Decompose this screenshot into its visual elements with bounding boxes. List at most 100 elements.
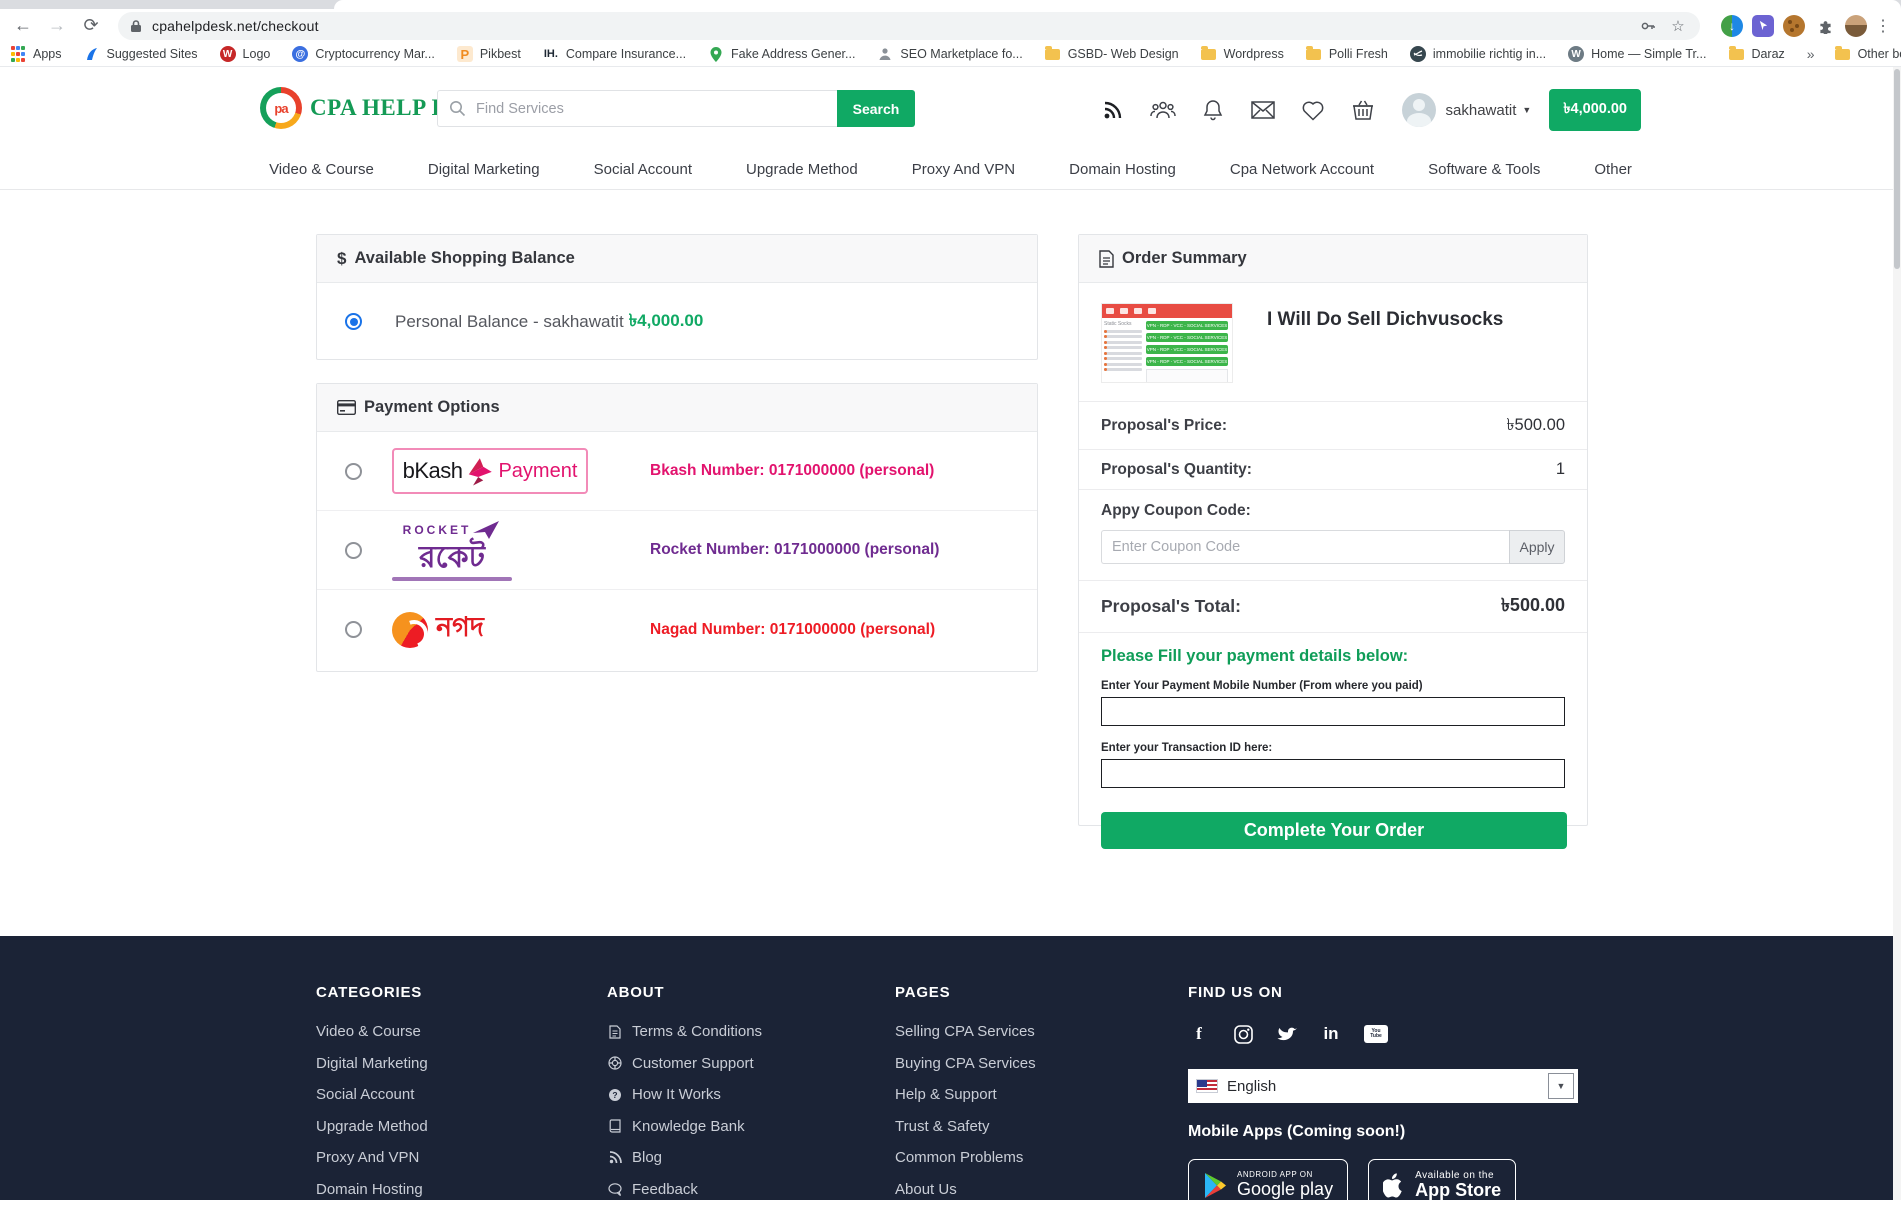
footer-link-customer-support[interactable]: Customer Support (607, 1055, 762, 1072)
nav-domain-hosting[interactable]: Domain Hosting (1069, 161, 1176, 178)
cart-basket-icon[interactable] (1350, 97, 1376, 123)
bookmark-wordpress-folder[interactable]: Wordpress (1201, 46, 1284, 62)
username[interactable]: sakhawatit (1446, 102, 1517, 119)
footer-link-blog[interactable]: Blog (607, 1149, 762, 1166)
coupon-input[interactable] (1101, 530, 1509, 564)
footer-link-feedback[interactable]: Feedback (607, 1181, 762, 1198)
idm-extension-icon[interactable]: ↓ (1721, 15, 1743, 37)
active-tab[interactable] (334, 0, 1901, 9)
user-avatar[interactable] (1402, 93, 1436, 127)
facebook-icon[interactable]: f (1188, 1023, 1210, 1045)
rocket-radio[interactable] (345, 542, 362, 559)
bookmark-compare-insurance[interactable]: IH. Compare Insurance... (543, 46, 686, 62)
footer-link-video-course[interactable]: Video & Course (316, 1023, 428, 1040)
bookmark-pikbest[interactable]: P Pikbest (457, 46, 521, 62)
chat-bubble-icon (607, 1181, 623, 1197)
bookmark-home-simple[interactable]: W Home — Simple Tr... (1568, 46, 1706, 62)
back-button[interactable]: ← (10, 12, 36, 40)
nav-other[interactable]: Other (1594, 161, 1632, 178)
favorites-heart-icon[interactable] (1300, 97, 1326, 123)
footer-link-social-account[interactable]: Social Account (316, 1086, 428, 1103)
nav-software-tools[interactable]: Software & Tools (1428, 161, 1540, 178)
footer-link-trust-safety[interactable]: Trust & Safety (895, 1118, 1036, 1135)
notifications-bell-icon[interactable] (1200, 97, 1226, 123)
messages-mail-icon[interactable] (1250, 97, 1276, 123)
users-icon[interactable] (1150, 97, 1176, 123)
personal-balance-radio[interactable] (345, 313, 362, 330)
bookmark-seo-marketplace[interactable]: SEO Marketplace fo... (877, 46, 1022, 62)
page-scrollbar[interactable] (1893, 67, 1901, 1200)
nav-digital-marketing[interactable]: Digital Marketing (428, 161, 540, 178)
folder-icon (1045, 49, 1060, 60)
browser-menu-icon[interactable]: ⋮ (1875, 16, 1891, 36)
bookmark-apps[interactable]: Apps (10, 46, 62, 62)
footer-link-buying-cpa[interactable]: Buying CPA Services (895, 1055, 1036, 1072)
instagram-icon[interactable] (1232, 1023, 1254, 1045)
bookmarks-overflow-chevron[interactable]: » (1807, 46, 1815, 62)
bkash-bird-icon (462, 454, 496, 488)
payment-options-title: Payment Options (364, 398, 500, 417)
cursor-extension-icon[interactable] (1752, 15, 1774, 37)
balance-button[interactable]: ৳4,000.00 (1549, 89, 1641, 131)
nav-upgrade-method[interactable]: Upgrade Method (746, 161, 858, 178)
bkash-number-label: Bkash Number: 0171000000 (personal) (650, 462, 934, 480)
rocket-number-label: Rocket Number: 0171000000 (personal) (650, 541, 939, 559)
footer-link-common-problems[interactable]: Common Problems (895, 1149, 1036, 1166)
footer-link-terms[interactable]: Terms & Conditions (607, 1023, 762, 1040)
nav-cpa-network-account[interactable]: Cpa Network Account (1230, 161, 1374, 178)
p-icon: P (457, 46, 473, 62)
bookmark-logo[interactable]: W Logo (220, 46, 271, 62)
bookmark-fake-address[interactable]: Fake Address Gener... (708, 46, 855, 62)
bkash-radio[interactable] (345, 463, 362, 480)
scrollbar-thumb[interactable] (1894, 69, 1900, 269)
footer-link-how-it-works[interactable]: ? How It Works (607, 1086, 762, 1103)
nav-video-course[interactable]: Video & Course (269, 161, 374, 178)
linkedin-icon[interactable]: in (1320, 1023, 1342, 1045)
nagad-radio[interactable] (345, 621, 362, 638)
bookmark-immobilie[interactable]: immobilie richtig in... (1410, 46, 1546, 62)
bookmark-star-icon[interactable]: ☆ (1668, 16, 1688, 36)
footer-link-selling-cpa[interactable]: Selling CPA Services (895, 1023, 1036, 1040)
youtube-icon[interactable]: You Tube (1364, 1025, 1388, 1043)
bookmark-suggested-sites[interactable]: Suggested Sites (84, 46, 198, 62)
folder-icon (1729, 49, 1744, 60)
browser-profile-avatar[interactable] (1845, 15, 1867, 37)
reload-button[interactable]: ⟳ (78, 12, 104, 40)
wordpress-icon: W (1568, 46, 1584, 62)
personal-balance-row: Personal Balance - sakhawatit ৳4,000.00 (317, 283, 1037, 360)
footer-link-proxy-vpn[interactable]: Proxy And VPN (316, 1149, 428, 1166)
forward-button[interactable]: → (44, 12, 70, 40)
user-menu-caret-icon[interactable]: ▼ (1522, 105, 1531, 115)
footer-link-knowledge-bank[interactable]: Knowledge Bank (607, 1118, 762, 1135)
bookmark-cryptocurrency[interactable]: @ Cryptocurrency Mar... (292, 46, 434, 62)
about-title: ABOUT (607, 984, 762, 1001)
other-bookmarks[interactable]: Other bookmarks (1835, 46, 1901, 62)
footer-link-digital-marketing[interactable]: Digital Marketing (316, 1055, 428, 1072)
cookie-extension-icon[interactable] (1783, 15, 1805, 37)
apply-coupon-button[interactable]: Apply (1509, 530, 1565, 564)
footer-link-upgrade-method[interactable]: Upgrade Method (316, 1118, 428, 1135)
mobile-number-input[interactable] (1101, 697, 1565, 726)
nav-social-account[interactable]: Social Account (594, 161, 692, 178)
nav-proxy-vpn[interactable]: Proxy And VPN (912, 161, 1015, 178)
passwords-key-icon[interactable] (1638, 16, 1658, 36)
bookmark-gsbd-web-design[interactable]: GSBD- Web Design (1045, 46, 1179, 62)
complete-order-button[interactable]: Complete Your Order (1101, 812, 1567, 849)
bookmark-polli-fresh[interactable]: Polli Fresh (1306, 46, 1388, 62)
google-play-badge[interactable]: ANDROID APP ON Google play (1188, 1159, 1348, 1211)
app-store-badge[interactable]: Available on the App Store (1368, 1159, 1516, 1211)
footer-link-about-us[interactable]: About Us (895, 1181, 1036, 1198)
puzzle-extensions-icon[interactable] (1814, 15, 1836, 37)
transaction-id-input[interactable] (1101, 759, 1565, 788)
language-select[interactable]: English ▼ (1188, 1069, 1578, 1103)
bookmark-daraz[interactable]: Daraz (1728, 46, 1784, 62)
address-bar[interactable]: cpahelpdesk.net/checkout ☆ (118, 12, 1700, 40)
footer-link-help-support[interactable]: Help & Support (895, 1086, 1036, 1103)
twitter-icon[interactable] (1276, 1023, 1298, 1045)
spark-icon (84, 46, 100, 62)
footer-link-domain-hosting[interactable]: Domain Hosting (316, 1181, 428, 1198)
language-dropdown-arrow[interactable]: ▼ (1548, 1073, 1574, 1099)
rss-icon[interactable] (1100, 97, 1126, 123)
search-button[interactable]: Search (837, 90, 915, 127)
search-input[interactable] (437, 90, 837, 127)
